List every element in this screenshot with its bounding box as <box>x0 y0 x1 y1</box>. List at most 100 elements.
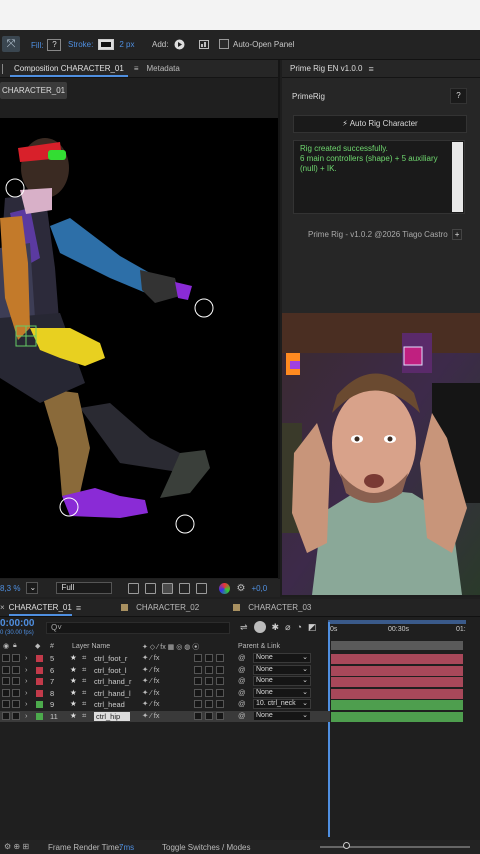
region-of-interest-icon[interactable] <box>162 582 174 594</box>
visibility-toggle[interactable] <box>2 666 10 674</box>
3d-layer-switch[interactable] <box>216 677 224 685</box>
graph-editor-icon[interactable]: ◩ <box>308 622 317 633</box>
time-ruler[interactable]: 0s 00:30s 01: <box>328 620 468 640</box>
layer-name-header[interactable]: Layer Name <box>72 643 110 650</box>
rig-log-output[interactable]: Rig created successfully. 6 main control… <box>293 140 465 214</box>
lock-toggle[interactable] <box>12 677 20 685</box>
motion-blur-switch[interactable] <box>194 654 202 662</box>
pick-whip-icon[interactable]: @ <box>238 676 246 685</box>
visibility-toggle[interactable] <box>2 712 10 720</box>
log-scrollbar[interactable] <box>452 142 463 212</box>
layer-name[interactable]: ctrl_hip <box>94 712 131 721</box>
shy-layers-icon[interactable]: ✱ <box>272 622 280 633</box>
motion-blur-switch[interactable] <box>194 666 202 674</box>
tab-metadata[interactable]: Metadata <box>139 60 188 78</box>
parent-dropdown[interactable]: 10. ctrl_neck ⌄ <box>253 699 311 709</box>
expand-chevron-icon[interactable]: › <box>25 665 28 674</box>
lock-toggle[interactable] <box>12 689 20 697</box>
layer-name[interactable]: ctrl_hand_r <box>94 677 132 686</box>
layer-row[interactable]: › 11 ★ ⌗ ctrl_hip ✦ ⁄ fx @ None ⌄ <box>0 711 330 722</box>
layer-duration-bar[interactable] <box>331 688 463 699</box>
layer-label-color[interactable] <box>36 678 43 685</box>
pick-whip-icon[interactable]: @ <box>238 665 246 674</box>
snapshot-icon[interactable] <box>128 582 140 594</box>
motion-blur-switch[interactable] <box>194 689 202 697</box>
expand-chevron-icon[interactable]: › <box>25 676 28 685</box>
adjustment-switch[interactable] <box>205 689 213 697</box>
layer-name[interactable]: ctrl_foot_l <box>94 666 127 675</box>
layer-duration-bar[interactable] <box>331 699 463 710</box>
timeline-zoom-slider[interactable] <box>320 842 470 849</box>
parent-dropdown[interactable]: None ⌄ <box>253 653 311 663</box>
adjustment-switch[interactable] <box>205 654 213 662</box>
frame-blending-icon[interactable]: ⌀ <box>285 622 290 633</box>
pick-whip-icon[interactable]: @ <box>238 688 246 697</box>
expand-chevron-icon[interactable]: › <box>25 688 28 697</box>
fill-swatch[interactable]: ? <box>47 39 62 51</box>
draft-3d-icon[interactable] <box>253 621 266 633</box>
layer-duration-bar[interactable] <box>331 711 463 722</box>
auto-rig-button[interactable]: ⚡ Auto Rig Character <box>293 115 467 133</box>
expand-chevron-icon[interactable]: › <box>25 699 28 708</box>
motion-blur-icon[interactable]: ◔ <box>297 622 302 632</box>
zoom-slider-handle[interactable] <box>343 842 350 849</box>
adjustment-switch[interactable] <box>205 677 213 685</box>
3d-layer-switch[interactable] <box>216 666 224 674</box>
parent-dropdown[interactable]: None ⌄ <box>253 665 311 675</box>
exposure-value[interactable]: +0,0 <box>251 584 267 593</box>
tab-character-01[interactable]: CHARACTER_01 <box>5 599 76 617</box>
color-channel-icon[interactable] <box>219 582 231 594</box>
visibility-toggle[interactable] <box>2 677 10 685</box>
composition-flowchart-icon[interactable]: ⇌ <box>240 622 248 633</box>
layer-label-color[interactable] <box>36 713 43 720</box>
prime-rig-title[interactable]: Prime Rig EN v1.0.0 <box>290 64 362 73</box>
transparency-grid-icon[interactable] <box>179 582 191 594</box>
layer-label-color[interactable] <box>36 701 43 708</box>
panel-menu-icon[interactable]: ≡ <box>368 64 373 74</box>
composition-viewer[interactable] <box>0 118 278 578</box>
resolution-dropdown[interactable]: Full <box>56 582 113 594</box>
layer-row[interactable]: › 7 ★ ⌗ ctrl_hand_r ✦ ⁄ fx @ None ⌄ <box>0 676 330 687</box>
auto-open-panel-toggle[interactable]: Auto-Open Panel <box>219 39 294 49</box>
3d-layer-switch[interactable] <box>216 654 224 662</box>
layer-name[interactable]: ctrl_hand_l <box>94 689 131 698</box>
layer-label-color[interactable] <box>36 690 43 697</box>
current-timecode[interactable]: 0:00:00 <box>0 618 34 629</box>
parent-dropdown[interactable]: None ⌄ <box>253 676 311 686</box>
pick-whip-icon[interactable]: @ <box>238 653 246 662</box>
3d-layer-switch[interactable] <box>216 712 224 720</box>
lock-toggle[interactable] <box>12 666 20 674</box>
lock-toggle[interactable] <box>12 700 20 708</box>
layer-row[interactable]: › 6 ★ ⌗ ctrl_foot_l ✦ ⁄ fx @ None ⌄ <box>0 665 330 676</box>
layer-name[interactable]: ctrl_foot_r <box>94 654 127 663</box>
graph-editor-icon[interactable] <box>199 40 209 49</box>
panel-menu-icon[interactable]: ≡ <box>76 603 81 613</box>
layer-row[interactable]: › 5 ★ ⌗ ctrl_foot_r ✦ ⁄ fx @ None ⌄ <box>0 653 330 664</box>
layer-switches-icons[interactable]: ✦ ⁄ fx <box>142 711 160 720</box>
expand-chevron-icon[interactable]: › <box>25 711 28 720</box>
parent-dropdown[interactable]: None ⌄ <box>253 688 311 698</box>
layer-row[interactable]: › 9 ★ ⌗ ctrl_head ✦ ⁄ fx @10. ctrl_neck ⌄ <box>0 699 330 710</box>
layer-row[interactable]: › 8 ★ ⌗ ctrl_hand_l ✦ ⁄ fx @ None ⌄ <box>0 688 330 699</box>
stroke-width[interactable]: 2 px <box>119 40 134 49</box>
layer-name[interactable]: ctrl_head <box>94 700 125 709</box>
visibility-toggle[interactable] <box>2 654 10 662</box>
adjustment-switch[interactable] <box>205 700 213 708</box>
3d-layer-switch[interactable] <box>216 689 224 697</box>
layer-switches-icons[interactable]: ✦ ⁄ fx <box>142 688 160 697</box>
lock-toggle[interactable] <box>12 712 20 720</box>
layer-duration-bar[interactable] <box>331 653 463 664</box>
pick-whip-icon[interactable]: @ <box>238 711 246 720</box>
tab-composition[interactable]: Composition CHARACTER_01 <box>6 60 132 78</box>
layer-switches-icons[interactable]: ✦ ⁄ fx <box>142 699 160 708</box>
motion-blur-switch[interactable] <box>194 677 202 685</box>
layer-switches-icons[interactable]: ✦ ⁄ fx <box>142 653 160 662</box>
selection-tool-icon[interactable]: ⤧ <box>2 36 20 52</box>
mask-visibility-icon[interactable] <box>196 582 208 594</box>
adjustment-switch[interactable] <box>205 666 213 674</box>
zoom-value[interactable]: 8,3 % <box>0 584 20 593</box>
lock-toggle[interactable] <box>12 654 20 662</box>
motion-blur-switch[interactable] <box>194 712 202 720</box>
grid-icon[interactable] <box>145 582 157 594</box>
fill-control[interactable]: Fill: ? <box>31 39 62 51</box>
